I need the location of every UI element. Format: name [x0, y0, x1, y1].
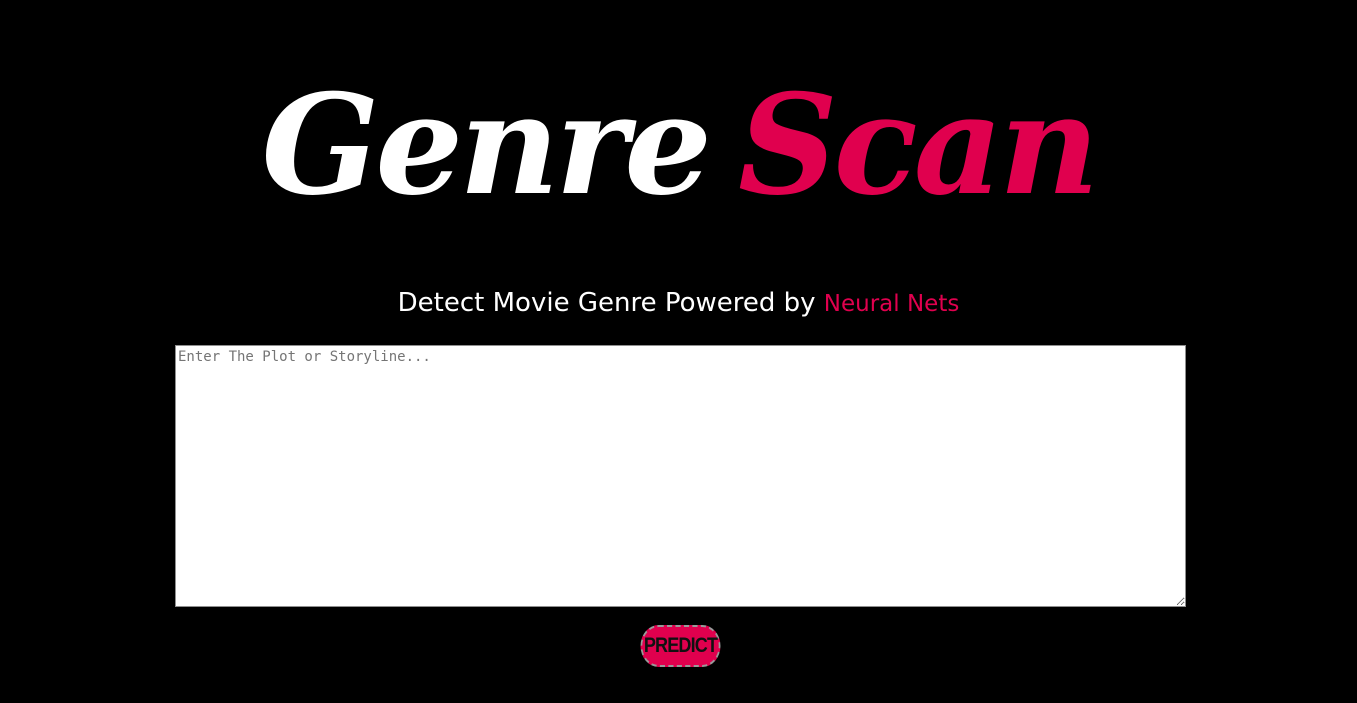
plot-input[interactable] — [175, 345, 1186, 607]
tagline-text: Detect Movie Genre Powered by — [397, 288, 816, 318]
logo-word-genre: Genre — [261, 63, 712, 226]
site-logo: Genre Scan — [0, 55, 1357, 235]
logo-word-scan: Scan — [738, 63, 1099, 226]
predict-button[interactable]: PREDICT — [640, 625, 721, 667]
tagline: Detect Movie Genre Powered by Neural Net… — [0, 285, 1357, 322]
tagline-accent: Neural Nets — [823, 291, 960, 317]
page: Genre Scan Detect Movie Genre Powered by … — [0, 0, 1357, 703]
